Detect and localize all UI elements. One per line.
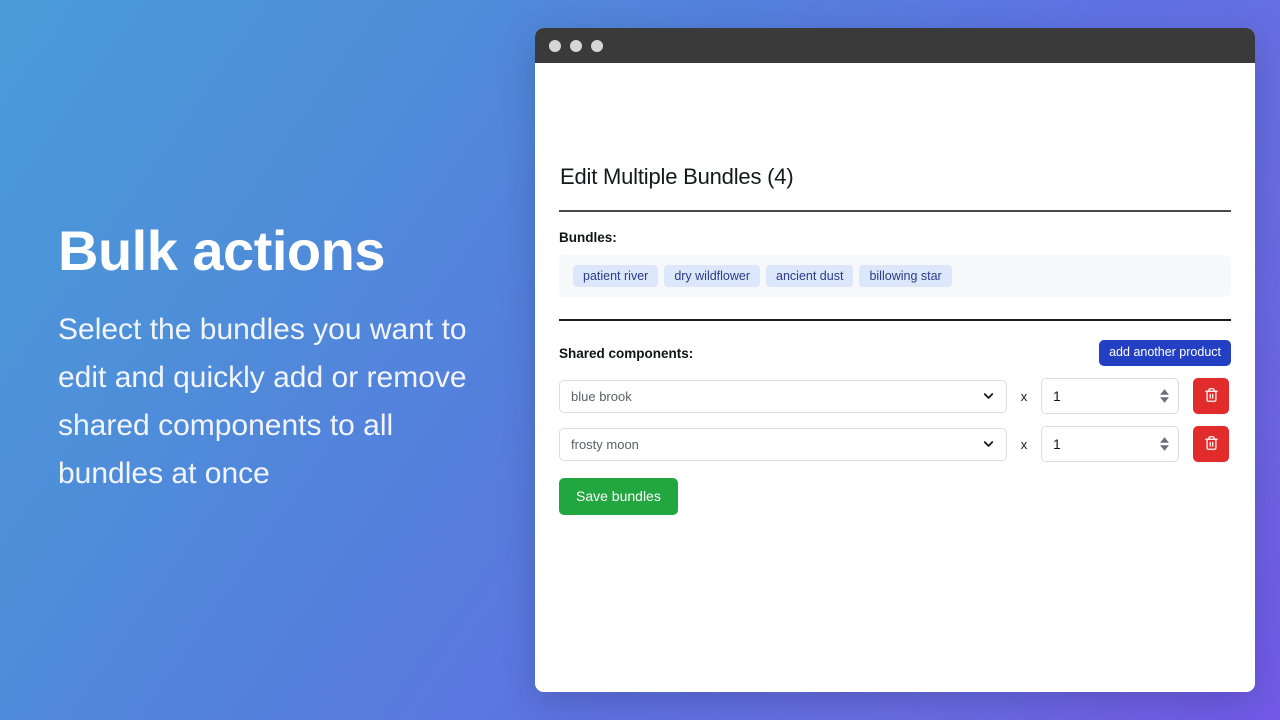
trash-icon	[1204, 387, 1219, 406]
hero-title: Bulk actions	[58, 218, 385, 282]
quantity-input[interactable]: 1	[1041, 426, 1179, 462]
marketing-panel: Bulk actions Select the bundles you want…	[58, 0, 498, 720]
browser-window: Edit Multiple Bundles (4) Bundles: patie…	[535, 28, 1255, 692]
title-divider	[559, 210, 1231, 212]
bundle-tag[interactable]: dry wildflower	[664, 265, 761, 287]
bundle-tag[interactable]: billowing star	[859, 265, 952, 287]
bundle-tag[interactable]: ancient dust	[766, 265, 854, 287]
close-icon[interactable]	[549, 39, 561, 52]
bundle-tag[interactable]: patient river	[573, 265, 659, 287]
add-another-product-button[interactable]: add another product	[1099, 340, 1231, 366]
product-select-wrapper[interactable]: blue brook	[559, 379, 1007, 413]
component-row: frosty moon x 1	[559, 426, 1231, 462]
quantity-stepper-wrapper[interactable]: 1	[1041, 426, 1179, 462]
minimize-icon[interactable]	[570, 39, 582, 52]
window-titlebar	[535, 28, 1255, 63]
shared-components-label: Shared components:	[559, 345, 694, 361]
delete-component-button[interactable]	[1193, 378, 1229, 414]
multiply-separator: x	[1020, 436, 1028, 452]
window-content: Edit Multiple Bundles (4) Bundles: patie…	[535, 63, 1255, 692]
bundles-label: Bundles:	[559, 230, 617, 245]
save-bundles-button[interactable]: Save bundles	[559, 478, 678, 516]
product-select[interactable]: blue brook	[559, 379, 1007, 413]
section-divider	[559, 319, 1231, 321]
hero-description: Select the bundles you want to edit and …	[58, 313, 467, 491]
quantity-stepper-wrapper[interactable]: 1	[1041, 378, 1179, 414]
product-select-wrapper[interactable]: frosty moon	[559, 427, 1007, 461]
multiply-separator: x	[1020, 388, 1028, 404]
product-select[interactable]: frosty moon	[559, 427, 1007, 461]
trash-icon	[1204, 435, 1219, 454]
quantity-input[interactable]: 1	[1041, 378, 1179, 414]
bundles-tag-list: patient river dry wildflower ancient dus…	[559, 255, 1231, 297]
zoom-icon[interactable]	[591, 39, 603, 52]
page-title: Edit Multiple Bundles (4)	[560, 164, 794, 189]
shared-components-header: Shared components: add another product	[559, 340, 1231, 366]
component-row: blue brook x 1	[559, 378, 1231, 414]
delete-component-button[interactable]	[1193, 426, 1229, 462]
